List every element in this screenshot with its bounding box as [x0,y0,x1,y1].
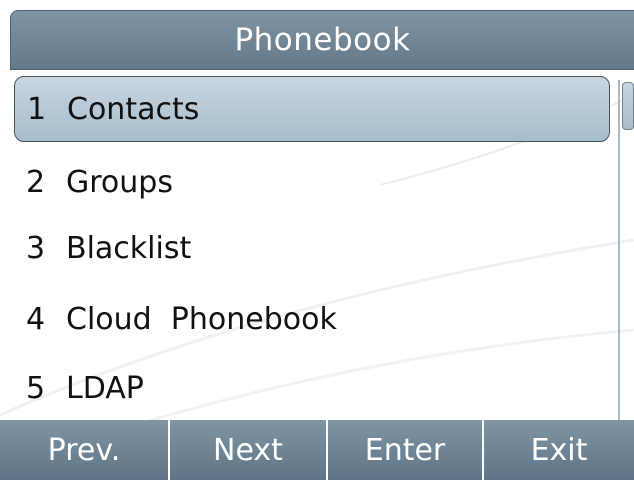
page-title: Phonebook [10,10,634,70]
menu-item-groups[interactable]: 2 Groups [14,149,610,215]
menu-item-cloud-phonebook[interactable]: 4 Cloud Phonebook [14,286,610,352]
enter-button[interactable]: Enter [328,420,484,480]
prev-button[interactable]: Prev. [0,420,170,480]
menu-item-label: Contacts [67,91,200,127]
next-button[interactable]: Next [170,420,328,480]
menu-item-label: Blacklist [66,230,192,266]
menu-item-number: 4 [26,301,46,337]
menu-item-label: LDAP [66,370,144,406]
menu-item-number: 3 [26,230,46,266]
phone-screen: Phonebook 1 Contacts 2 Groups 3 Blacklis… [0,0,634,480]
menu-item-ldap[interactable]: 5 LDAP [14,355,610,421]
menu-item-blacklist[interactable]: 3 Blacklist [14,215,610,281]
menu-item-number: 5 [26,370,46,406]
menu-item-number: 2 [26,164,46,200]
scrollbar-track[interactable] [618,80,634,420]
menu-item-number: 1 [27,91,47,127]
softkey-bar: Prev. Next Enter Exit [0,420,634,480]
scrollbar-thumb[interactable] [622,82,634,130]
menu-item-contacts[interactable]: 1 Contacts [14,76,610,142]
menu-item-label: Groups [66,164,173,200]
menu-item-label: Cloud Phonebook [66,301,337,337]
exit-button[interactable]: Exit [484,420,634,480]
